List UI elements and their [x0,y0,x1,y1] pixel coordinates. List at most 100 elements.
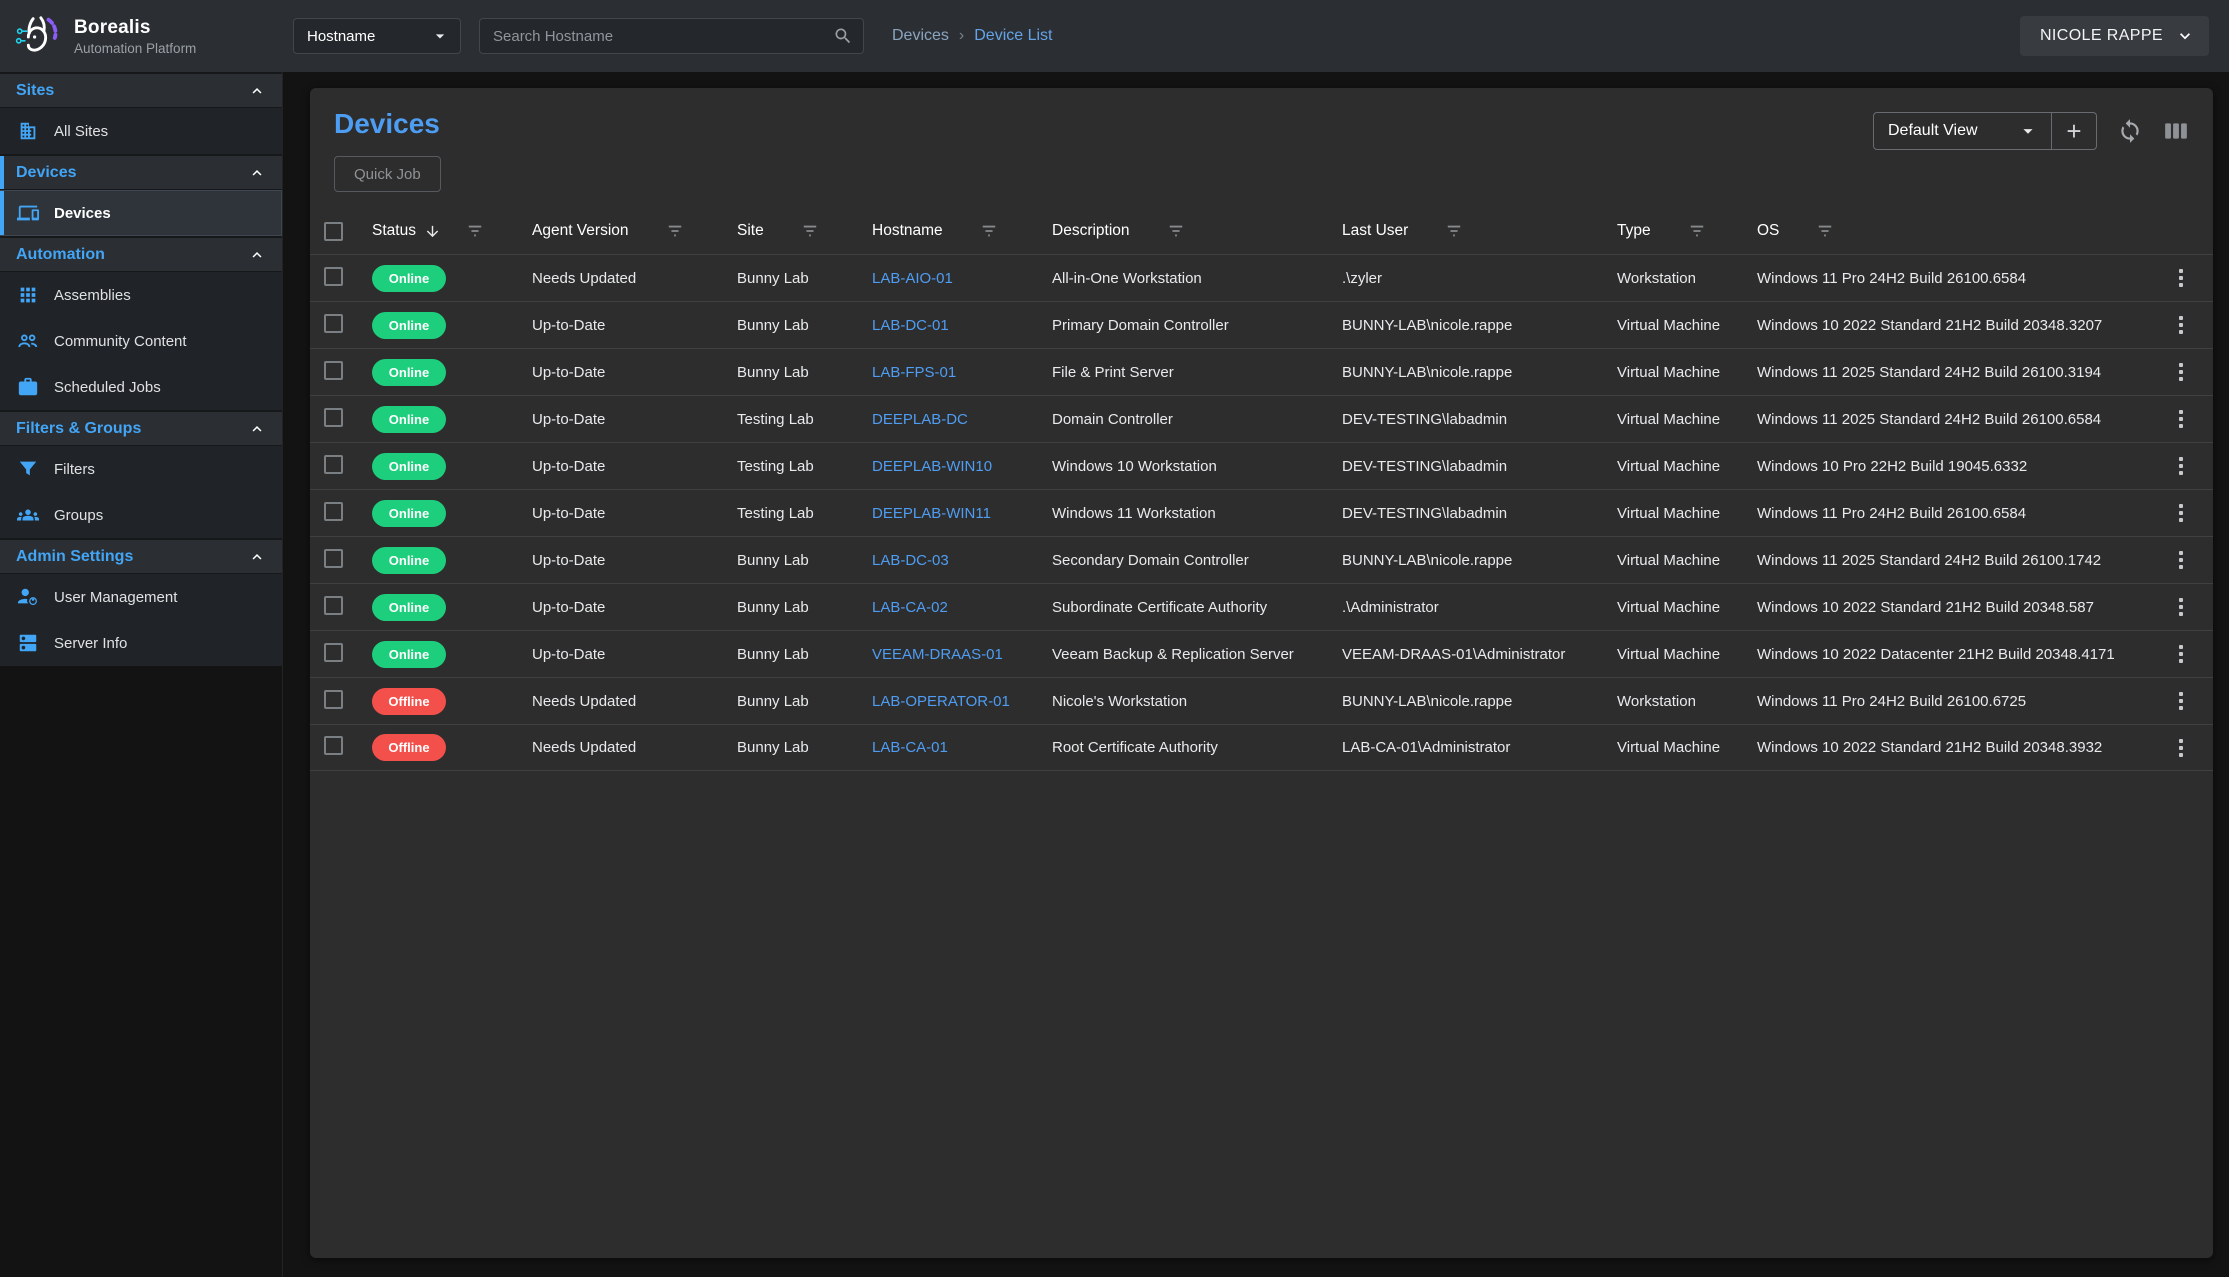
row-checkbox[interactable] [324,690,343,709]
column-header-hostname[interactable]: Hostname [872,222,1052,240]
column-header-site[interactable]: Site [737,222,872,240]
column-header-status[interactable]: Status [372,222,532,240]
row-checkbox[interactable] [324,549,343,568]
column-header-os[interactable]: OS [1757,222,2157,240]
filter-icon[interactable] [1817,223,1833,239]
table-row[interactable]: Online Up-to-Date Bunny Lab LAB-FPS-01 F… [310,348,2213,395]
columns-icon[interactable] [2163,118,2189,144]
row-actions-kebab-icon[interactable] [2171,547,2191,573]
hostname-link[interactable]: LAB-DC-03 [872,552,949,569]
sidebar-section-sites[interactable]: Sites [0,72,282,108]
section-label: Filters & Groups [16,420,141,438]
filter-icon[interactable] [1446,223,1462,239]
type-cell: Virtual Machine [1617,458,1757,475]
row-actions-kebab-icon[interactable] [2171,312,2191,338]
row-checkbox[interactable] [324,736,343,755]
hostname-link[interactable]: LAB-CA-01 [872,739,948,756]
section-label: Automation [16,246,105,264]
table-row[interactable]: Online Up-to-Date Bunny Lab VEEAM-DRAAS-… [310,630,2213,677]
filter-icon[interactable] [981,223,997,239]
search-icon[interactable] [833,26,853,46]
server-icon [17,632,39,654]
sort-desc-icon[interactable] [424,223,441,240]
quick-job-button[interactable]: Quick Job [334,156,441,192]
table-row[interactable]: Online Up-to-Date Bunny Lab LAB-DC-01 Pr… [310,301,2213,348]
row-checkbox[interactable] [324,408,343,427]
row-checkbox[interactable] [324,502,343,521]
site-cell: Bunny Lab [737,317,872,334]
os-cell: Windows 11 2025 Standard 24H2 Build 2610… [1757,552,2157,569]
table-row[interactable]: Online Up-to-Date Testing Lab DEEPLAB-WI… [310,489,2213,536]
sidebar-item-scheduled-jobs[interactable]: Scheduled Jobs [0,364,282,410]
last-user-cell: DEV-TESTING\labadmin [1342,411,1617,428]
sidebar-item-groups[interactable]: Groups [0,492,282,538]
row-actions-kebab-icon[interactable] [2171,359,2191,385]
table-row[interactable]: Online Up-to-Date Testing Lab DEEPLAB-DC… [310,395,2213,442]
hostname-link[interactable]: VEEAM-DRAAS-01 [872,646,1003,663]
brand-subtitle: Automation Platform [74,41,196,56]
hostname-link[interactable]: LAB-FPS-01 [872,364,956,381]
hostname-link[interactable]: DEEPLAB-WIN10 [872,458,992,475]
search-field-select[interactable]: Hostname [293,18,461,54]
hostname-link[interactable]: DEEPLAB-DC [872,411,968,428]
view-select[interactable]: Default View [1874,113,2052,149]
filter-icon[interactable] [1168,223,1184,239]
description-cell: Veeam Backup & Replication Server [1052,646,1342,663]
sidebar-item-user-management[interactable]: User Management [0,574,282,620]
row-actions-kebab-icon[interactable] [2171,406,2191,432]
row-actions-kebab-icon[interactable] [2171,594,2191,620]
hostname-link[interactable]: LAB-OPERATOR-01 [872,693,1010,710]
breadcrumb-devices[interactable]: Devices [892,27,949,45]
table-row[interactable]: Online Up-to-Date Bunny Lab LAB-DC-03 Se… [310,536,2213,583]
select-all-checkbox[interactable] [324,222,343,241]
filter-icon[interactable] [1689,223,1705,239]
table-row[interactable]: Offline Needs Updated Bunny Lab LAB-CA-0… [310,724,2213,771]
sidebar-section-devices[interactable]: Devices [0,154,282,190]
breadcrumb-device-list[interactable]: Device List [974,27,1052,45]
chevron-down-icon [2175,26,2195,46]
type-cell: Virtual Machine [1617,552,1757,569]
sidebar-item-filters[interactable]: Filters [0,446,282,492]
table-row[interactable]: Offline Needs Updated Bunny Lab LAB-OPER… [310,677,2213,724]
sidebar-section-admin-settings[interactable]: Admin Settings [0,538,282,574]
row-checkbox[interactable] [324,267,343,286]
column-header-type[interactable]: Type [1617,222,1757,240]
user-menu-button[interactable]: NICOLE RAPPE [2020,16,2209,56]
add-view-button[interactable]: + [2052,113,2096,149]
sidebar-item-assemblies[interactable]: Assemblies [0,272,282,318]
row-actions-kebab-icon[interactable] [2171,500,2191,526]
filter-icon[interactable] [802,223,818,239]
sidebar-section-filters-groups[interactable]: Filters & Groups [0,410,282,446]
hostname-link[interactable]: LAB-CA-02 [872,599,948,616]
column-header-last-user[interactable]: Last User [1342,222,1617,240]
row-actions-kebab-icon[interactable] [2171,641,2191,667]
hostname-link[interactable]: LAB-AIO-01 [872,270,953,287]
hostname-link[interactable]: LAB-DC-01 [872,317,949,334]
filter-icon[interactable] [667,223,683,239]
sidebar-item-server-info[interactable]: Server Info [0,620,282,666]
filter-icon[interactable] [467,223,483,239]
table-row[interactable]: Online Up-to-Date Bunny Lab LAB-CA-02 Su… [310,583,2213,630]
column-header-agent-version[interactable]: Agent Version [532,222,737,240]
row-checkbox[interactable] [324,643,343,662]
row-checkbox[interactable] [324,314,343,333]
sidebar-item-community-content[interactable]: Community Content [0,318,282,364]
row-actions-kebab-icon[interactable] [2171,265,2191,291]
row-checkbox[interactable] [324,361,343,380]
row-actions-kebab-icon[interactable] [2171,453,2191,479]
hostname-link[interactable]: DEEPLAB-WIN11 [872,505,991,522]
row-actions-kebab-icon[interactable] [2171,735,2191,761]
sidebar-item-all-sites[interactable]: All Sites [0,108,282,154]
os-cell: Windows 11 2025 Standard 24H2 Build 2610… [1757,364,2157,381]
row-actions-kebab-icon[interactable] [2171,688,2191,714]
table-row[interactable]: Online Up-to-Date Testing Lab DEEPLAB-WI… [310,442,2213,489]
row-checkbox[interactable] [324,455,343,474]
search-input[interactable] [493,28,833,45]
sidebar-section-automation[interactable]: Automation [0,236,282,272]
row-checkbox[interactable] [324,596,343,615]
column-header-description[interactable]: Description [1052,222,1342,240]
os-cell: Windows 10 2022 Standard 21H2 Build 2034… [1757,739,2157,756]
table-row[interactable]: Online Needs Updated Bunny Lab LAB-AIO-0… [310,254,2213,301]
sidebar-item-devices[interactable]: Devices [0,190,282,236]
refresh-icon[interactable] [2117,118,2143,144]
